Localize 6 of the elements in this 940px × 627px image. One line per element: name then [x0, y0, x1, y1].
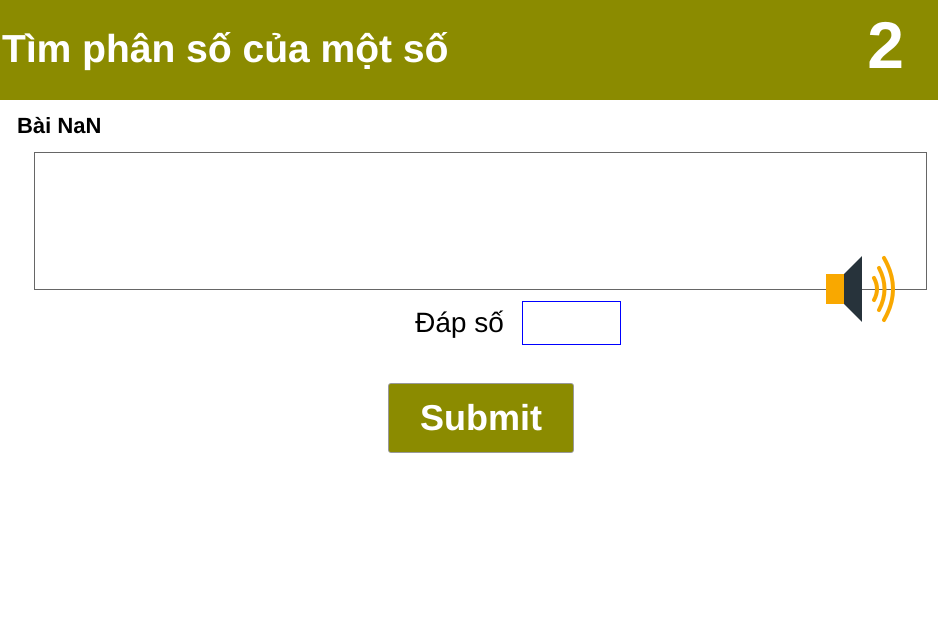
- page-title: Tìm phân số của một số: [1, 28, 448, 72]
- problem-label: Bài NaN: [17, 112, 102, 140]
- submit-button[interactable]: Submit: [388, 383, 574, 453]
- answer-field[interactable]: [522, 301, 621, 345]
- answer-label: Đáp số: [415, 307, 504, 339]
- question-number: 2: [867, 7, 904, 83]
